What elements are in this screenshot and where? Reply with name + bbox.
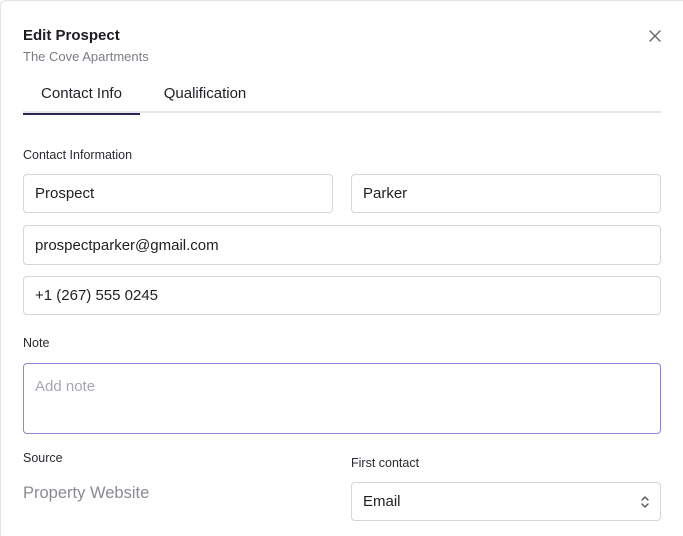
source-value: Property Website: [23, 484, 150, 502]
close-button[interactable]: [645, 26, 665, 46]
first-contact-value: Email: [363, 493, 401, 510]
tab-bar: Contact Info Qualification: [23, 73, 661, 115]
tab-qualification[interactable]: Qualification: [151, 73, 259, 113]
modal-title: Edit Prospect: [23, 27, 120, 44]
last-name-input[interactable]: [351, 174, 661, 213]
phone-input[interactable]: [23, 276, 661, 315]
first-contact-label: First contact: [351, 456, 420, 470]
first-contact-select[interactable]: Email: [351, 482, 661, 521]
source-label: Source: [23, 451, 63, 465]
note-label: Note: [23, 336, 50, 350]
first-name-input[interactable]: [23, 174, 333, 213]
tab-contact-info[interactable]: Contact Info: [23, 73, 140, 115]
edit-prospect-modal: Edit Prospect The Cove Apartments Contac…: [0, 0, 683, 536]
chevron-updown-icon: [641, 496, 649, 508]
contact-information-label: Contact Information: [23, 148, 133, 162]
close-icon: [649, 30, 661, 42]
email-input[interactable]: [23, 225, 661, 265]
note-textarea[interactable]: [23, 363, 661, 434]
modal-subtitle: The Cove Apartments: [23, 49, 149, 64]
